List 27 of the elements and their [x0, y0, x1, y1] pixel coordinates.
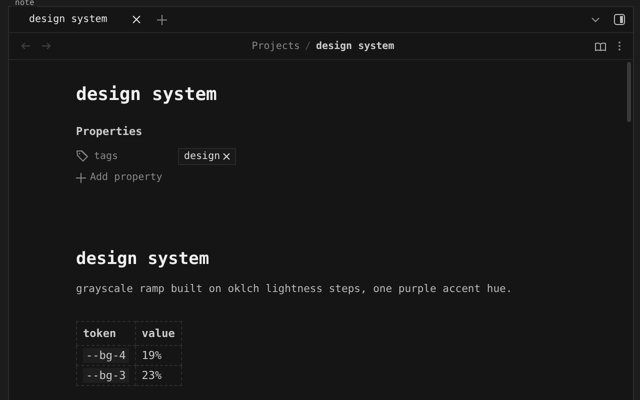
tag-icon [76, 150, 89, 162]
scrollbar[interactable] [627, 62, 631, 122]
note-title: design system [76, 84, 218, 105]
token-code: --bg-3 [83, 368, 129, 383]
sidebar-toggle-icon[interactable] [614, 14, 625, 25]
book-icon[interactable] [595, 42, 606, 50]
plus-icon [76, 172, 86, 182]
remove-icon[interactable] [223, 152, 230, 160]
note-tab[interactable]: design system [9, 7, 149, 32]
properties-heading: Properties [76, 125, 144, 138]
new-tab-button[interactable] [157, 14, 167, 24]
add-property-button[interactable]: Add property [76, 172, 162, 183]
close-icon[interactable] [132, 15, 141, 24]
breadcrumb-item[interactable]: Projects [252, 40, 300, 52]
column-header: value [135, 322, 182, 346]
paragraph: grayscale ramp built on oklch lightness steps, one purple accent hue. [76, 283, 514, 295]
breadcrumb-separator: / [304, 40, 311, 52]
section-heading: design system [76, 249, 210, 269]
chevron-down-icon[interactable] [591, 16, 600, 22]
breadcrumb-item[interactable]: design system [316, 40, 394, 52]
property-name: tags [94, 150, 118, 162]
table-cell: 23% [135, 366, 182, 386]
token-code: --bg-4 [83, 348, 129, 363]
column-header: token [76, 322, 136, 346]
tag-chip[interactable]: design [178, 148, 236, 164]
table-cell: 19% [135, 346, 182, 366]
more-icon[interactable] [618, 41, 621, 51]
